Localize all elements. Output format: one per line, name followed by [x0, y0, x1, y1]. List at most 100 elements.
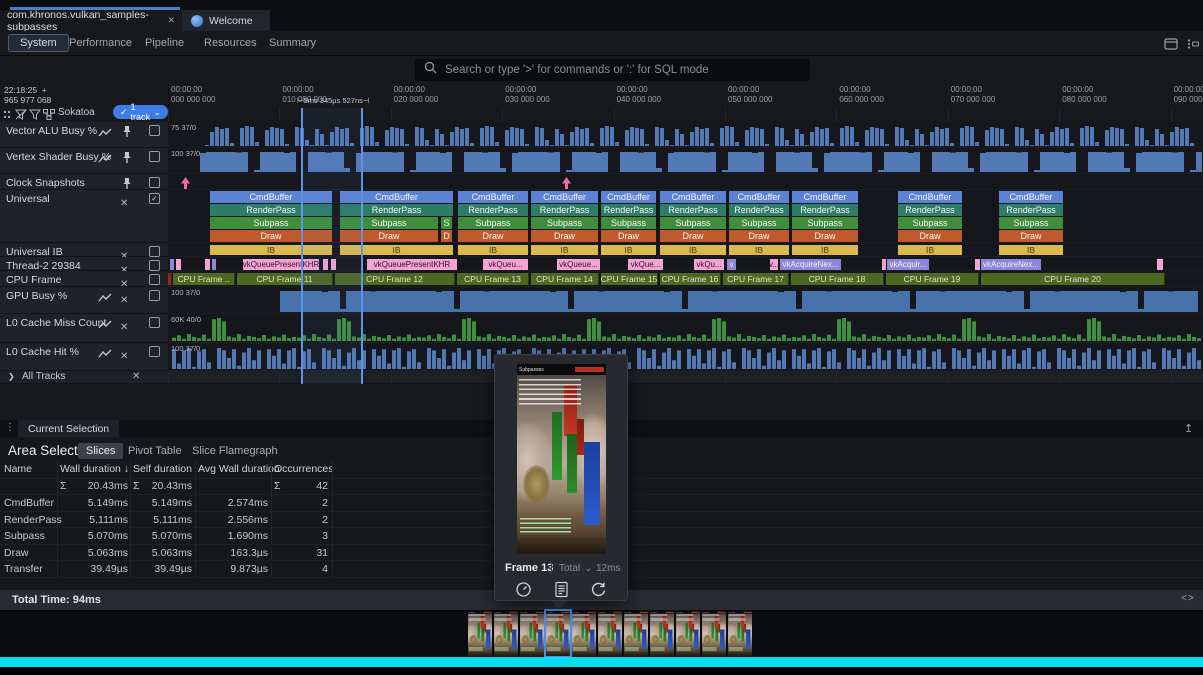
slice-ib[interactable]: IB [660, 245, 726, 255]
chart-icon[interactable] [98, 346, 113, 364]
slice-vkacquirenex[interactable]: vkAcquireNex... [981, 259, 1041, 270]
track-label-cpu-frame[interactable]: CPU Frame✕ [0, 271, 168, 287]
tab-pipeline[interactable]: Pipeline [145, 37, 184, 49]
cpu-frame-slice[interactable]: CPU Frame 17 [723, 273, 789, 285]
popup-mode-dropdown[interactable]: Total ⌄ [551, 563, 601, 574]
slice-ib[interactable]: IB [898, 245, 962, 255]
tab-summary[interactable]: Summary [269, 37, 316, 49]
tab-current-selection[interactable]: Current Selection [18, 420, 119, 437]
slice-draw[interactable]: Draw [729, 230, 789, 242]
cpu-frame-slice[interactable]: CPU Frame 16 [660, 273, 721, 285]
slice-cmdbuffer[interactable]: CmdBuffer [898, 191, 962, 203]
frame-thumbnail[interactable]: Subpasses [494, 611, 518, 656]
frame-thumbnail[interactable]: Subpasses [728, 611, 752, 656]
slice-ib[interactable]: IB [531, 245, 598, 255]
search-box[interactable] [415, 59, 810, 81]
table-header-self-duration[interactable]: Self duration [133, 463, 192, 475]
track-checkbox[interactable] [149, 274, 160, 285]
slice-ib[interactable]: IB [729, 245, 789, 255]
track-label-universal[interactable]: Universal✕✓ [0, 190, 168, 243]
slice-extra[interactable]: D [441, 230, 452, 242]
table-cell-name[interactable]: CmdBuffer [4, 497, 56, 509]
close-icon[interactable]: ✕ [167, 15, 175, 26]
slice-sliver[interactable] [176, 259, 181, 270]
track-label-clock-snapshots[interactable]: Clock Snapshots [0, 174, 168, 190]
view-tab-pivot-table[interactable]: Pivot Table [128, 445, 182, 457]
chart-icon[interactable] [98, 317, 113, 335]
frame-thumbnail[interactable]: Subpasses [650, 611, 674, 656]
slice-cmdbuffer[interactable]: CmdBuffer [999, 191, 1063, 203]
cpu-frame-slice[interactable] [168, 273, 172, 285]
frame-thumbnail[interactable]: Subpasses [702, 611, 726, 656]
track-checkbox[interactable] [149, 260, 160, 271]
table-cell-name[interactable]: Subpass [4, 530, 56, 542]
search-input[interactable] [445, 64, 801, 76]
track-checkbox[interactable] [149, 317, 160, 328]
table-header-name[interactable]: Name [4, 463, 32, 475]
slice-sliver[interactable] [975, 259, 980, 270]
slice-vkqueu[interactable]: vkQueu... [483, 259, 528, 270]
slice-subpass[interactable]: Subpass [729, 217, 789, 229]
clock-snapshot-marker[interactable] [181, 176, 190, 194]
cpu-frame-slice[interactable]: CPU Frame 19 [886, 273, 979, 285]
slice-draw[interactable]: Draw [999, 230, 1063, 242]
code-icon[interactable]: <> [1181, 593, 1195, 604]
track-options-icon[interactable] [1186, 37, 1200, 55]
cpu-frame-slice[interactable]: CPU Frame 13 [457, 273, 529, 285]
table-cell-name[interactable]: Draw [4, 547, 56, 559]
track-count-pill[interactable]: ✓ 1 track ⌄ [113, 105, 168, 119]
frame-thumbnail-selected[interactable]: Subpasses [546, 611, 570, 656]
slice-vkque[interactable]: vkQue... [628, 259, 663, 270]
close-icon[interactable]: ✕ [120, 317, 128, 335]
tab-system[interactable]: System [8, 34, 69, 52]
trace-tab[interactable]: com.khronos.vulkan_samples-subpasses ✕ [0, 10, 182, 31]
slice-sliver[interactable] [882, 259, 886, 270]
track-checkbox[interactable] [149, 290, 160, 301]
refresh-icon[interactable] [590, 581, 607, 598]
slice-cmdbuffer[interactable]: CmdBuffer [531, 191, 598, 203]
pin-icon[interactable] [122, 125, 132, 143]
track-label-vector-alu-busy-[interactable]: Vector ALU Busy % [0, 122, 168, 148]
slice-sliver[interactable] [170, 259, 174, 270]
track-checkbox[interactable] [149, 246, 160, 257]
slice-ib[interactable]: IB [458, 245, 528, 255]
slice-subpass[interactable]: Subpass [898, 217, 962, 229]
slice-renderpass[interactable]: RenderPass [898, 204, 962, 216]
slice-ib[interactable]: IB [601, 245, 656, 255]
slice-renderpass[interactable]: RenderPass [792, 204, 858, 216]
cpu-frame-slice[interactable]: CPU Frame 14 [531, 273, 599, 285]
frame-thumbnail[interactable]: Subpasses [598, 611, 622, 656]
slice-subpass[interactable]: Subpass [601, 217, 656, 229]
track-label-gpu-busy-[interactable]: GPU Busy %✕ [0, 287, 168, 314]
view-tab-slice-flamegraph[interactable]: Slice Flamegraph [192, 445, 278, 457]
gauge-icon[interactable] [515, 581, 532, 598]
slice-v[interactable]: v... [770, 259, 778, 270]
pin-icon[interactable] [122, 151, 132, 169]
close-icon[interactable]: ✕ [132, 371, 140, 382]
slice-ib[interactable]: IB [999, 245, 1063, 255]
slice-ib[interactable]: IB [792, 245, 858, 255]
slice-draw[interactable]: Draw [458, 230, 528, 242]
slice-draw[interactable]: Draw [531, 230, 598, 242]
slice-sliver[interactable] [212, 259, 216, 270]
expand-panel-icon[interactable]: ↥ [1184, 422, 1193, 435]
table-cell-name[interactable]: Transfer [4, 563, 56, 575]
slice-subpass[interactable]: Subpass [458, 217, 528, 229]
track-checkbox-checked[interactable]: ✓ [149, 193, 160, 204]
selection-region[interactable] [301, 108, 361, 384]
slice-vkqu[interactable]: vkQu... [694, 259, 724, 270]
track-checkbox[interactable] [149, 177, 160, 188]
view-tab-slices[interactable]: Slices [78, 443, 123, 459]
frame-thumbnail[interactable]: Subpasses [676, 611, 700, 656]
slice-cmdbuffer[interactable]: CmdBuffer [792, 191, 858, 203]
close-icon[interactable]: ✕ [120, 193, 128, 211]
slice-subpass[interactable]: Subpass [660, 217, 726, 229]
slice-draw[interactable]: Draw [792, 230, 858, 242]
frame-thumbnail[interactable]: Subpasses [624, 611, 648, 656]
cpu-frame-slice[interactable]: CPU Frame 20 [981, 273, 1165, 285]
chart-icon[interactable] [98, 290, 113, 308]
slice-renderpass[interactable]: RenderPass [729, 204, 789, 216]
slice-cmdbuffer[interactable]: CmdBuffer [660, 191, 726, 203]
frame-thumbnail[interactable]: Subpasses [468, 611, 492, 656]
slice-subpass[interactable]: Subpass [999, 217, 1063, 229]
